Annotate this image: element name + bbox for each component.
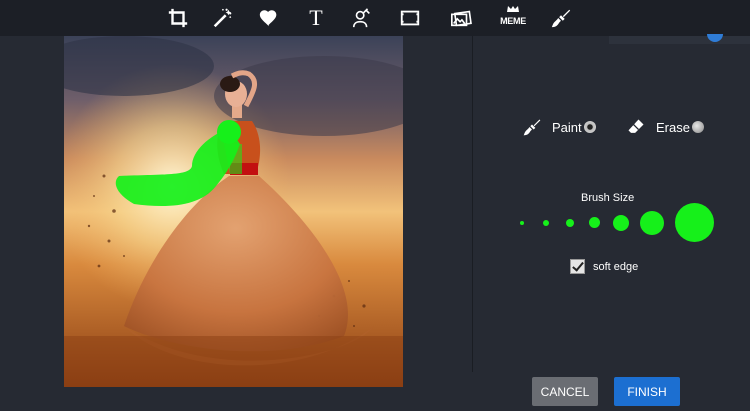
photo-canvas[interactable]: [64, 36, 403, 387]
erase-label: Erase: [656, 119, 690, 135]
brush-size-7[interactable]: [675, 203, 714, 242]
eraser-icon: [628, 119, 644, 133]
edited-photo: [64, 36, 403, 387]
magic-wand-icon[interactable]: [208, 4, 236, 32]
text-icon[interactable]: T: [302, 4, 330, 32]
brush-size-2[interactable]: [543, 220, 549, 226]
top-toolbar: T MEME: [0, 0, 750, 36]
paint-mode-option[interactable]: Paint: [522, 117, 596, 137]
crop-icon[interactable]: [164, 4, 192, 32]
panel-top-strip: [609, 36, 750, 44]
person-edit-icon[interactable]: [348, 4, 376, 32]
photos-icon[interactable]: [447, 4, 475, 32]
meme-icon[interactable]: MEME: [499, 4, 527, 32]
brush-size-label: Brush Size: [581, 192, 635, 204]
paint-options-panel: [472, 36, 750, 372]
soft-edge-checkbox[interactable]: [570, 259, 585, 274]
erase-mode-option[interactable]: Erase: [626, 117, 704, 137]
brush-size-6[interactable]: [640, 211, 664, 235]
erase-radio[interactable]: [691, 121, 704, 133]
brush-size-4[interactable]: [589, 217, 600, 228]
soft-edge-option[interactable]: soft edge: [570, 259, 638, 274]
brush-size-3[interactable]: [566, 219, 574, 227]
heart-icon[interactable]: [255, 4, 283, 32]
paint-brush-icon[interactable]: [547, 4, 575, 32]
frame-icon[interactable]: [396, 4, 424, 32]
brush-size-5[interactable]: [613, 215, 629, 231]
soft-edge-label: soft edge: [593, 260, 639, 273]
brush-size-1[interactable]: [520, 221, 524, 225]
paint-radio[interactable]: [583, 121, 596, 133]
paint-label: Paint: [552, 119, 582, 135]
finish-button[interactable]: FINISH: [614, 377, 680, 406]
paint-brush-icon: [523, 119, 541, 136]
cancel-button[interactable]: CANCEL: [532, 377, 598, 406]
